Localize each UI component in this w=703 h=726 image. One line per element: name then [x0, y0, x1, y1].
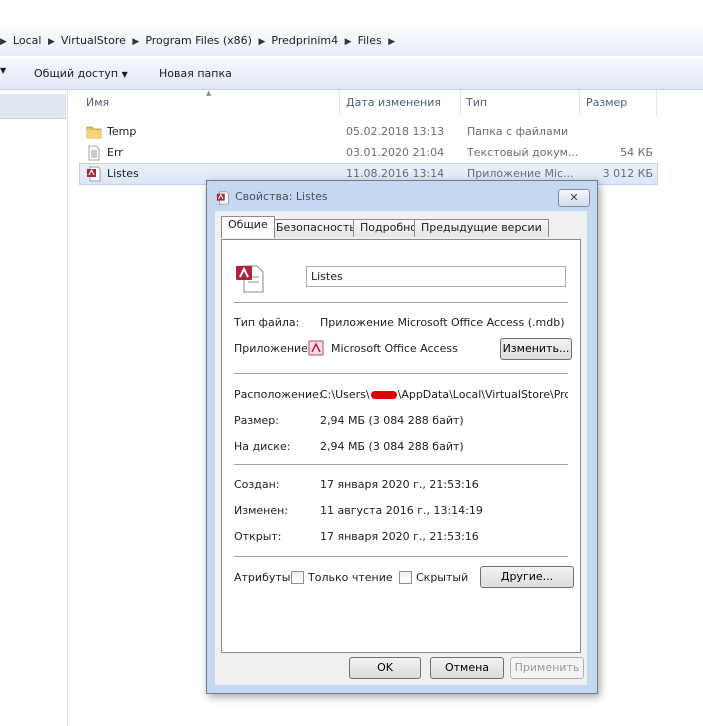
readonly-checkbox[interactable] — [291, 571, 304, 584]
file-name-input[interactable]: Listes — [306, 266, 566, 287]
breadcrumb-item[interactable]: Predprinim4 — [271, 34, 338, 47]
access-file-icon — [87, 166, 101, 182]
breadcrumb-item[interactable]: Local — [13, 34, 42, 47]
chevron-right-icon[interactable]: ▶ — [345, 37, 352, 47]
file-row[interactable]: Temp 05.02.2018 13:13 Папка с файлами — [80, 122, 657, 142]
tab-previous-versions[interactable]: Предыдущие версии — [414, 219, 549, 237]
file-type-label: Тип файла: — [234, 316, 300, 329]
ok-button[interactable]: OK — [349, 657, 421, 679]
apply-button[interactable]: Применить — [510, 657, 584, 679]
readonly-label[interactable]: Только чтение — [308, 571, 393, 584]
file-type: Папка с файлами — [467, 125, 569, 138]
column-header-name[interactable]: Имя — [86, 96, 109, 109]
dialog-body: Общие Безопасность Подробно Предыдущие в… — [215, 211, 587, 685]
location-value: C:\Users\ \AppData\Local\VirtualStore\Pro… — [320, 388, 568, 401]
size-label: Размер: — [234, 414, 279, 427]
file-date: 05.02.2018 13:13 — [346, 125, 445, 138]
hidden-label[interactable]: Скрытый — [416, 571, 468, 584]
close-icon: ✕ — [569, 191, 579, 204]
file-name: Err — [107, 146, 123, 159]
app-value: Microsoft Office Access — [331, 342, 458, 355]
toolbar: ▼ Общий доступ ▼ Новая папка — [0, 58, 703, 90]
access-file-large-icon — [236, 265, 264, 293]
chevron-right-icon[interactable]: ▶ — [388, 37, 395, 47]
location-suffix: \AppData\Local\VirtualStore\Progra — [397, 388, 568, 401]
other-attributes-button[interactable]: Другие... — [480, 566, 574, 588]
opened-label: Открыт: — [234, 530, 282, 543]
modified-label: Изменен: — [234, 504, 289, 517]
file-name: Temp — [107, 125, 137, 138]
file-name-input-value: Listes — [311, 270, 343, 283]
modified-value: 11 августа 2016 г., 13:14:19 — [320, 504, 483, 517]
breadcrumb: ▶ Local ▶ VirtualStore ▶ Program Files (x86… — [0, 34, 401, 47]
location-label: Расположение: — [234, 388, 323, 401]
location-prefix: C:\Users\ — [320, 388, 370, 401]
file-type-value: Приложение Microsoft Office Access (.mdb… — [320, 316, 565, 329]
tab-security[interactable]: Безопасность — [269, 219, 363, 237]
share-button[interactable]: Общий доступ ▼ — [34, 67, 128, 80]
column-divider[interactable] — [579, 90, 580, 116]
chevron-right-icon[interactable]: ▶ — [258, 37, 265, 47]
file-name: Listes — [107, 167, 139, 180]
disk-size-value: 2,94 МБ (3 084 288 байт) — [320, 440, 464, 453]
tab-general[interactable]: Общие — [221, 216, 275, 238]
column-header-date[interactable]: Дата изменения — [346, 96, 441, 109]
column-divider[interactable] — [339, 90, 340, 116]
breadcrumb-item[interactable]: Program Files (x86) — [145, 34, 252, 47]
redaction-mark — [370, 391, 397, 399]
access-app-icon — [308, 340, 324, 356]
breadcrumb-item[interactable]: VirtualStore — [61, 34, 126, 47]
column-headers: Имя Дата изменения Тип Размер — [68, 90, 703, 116]
chevron-down-icon: ▼ — [121, 70, 128, 79]
file-type: Приложение Mic... — [467, 167, 574, 180]
chevron-right-icon[interactable]: ▶ — [0, 37, 7, 47]
share-button-label: Общий доступ — [34, 67, 119, 80]
size-value: 2,94 МБ (3 084 288 байт) — [320, 414, 464, 427]
divider — [234, 373, 568, 374]
column-divider[interactable] — [656, 90, 657, 116]
disk-size-label: На диске: — [234, 440, 291, 453]
properties-dialog: Свойства: Listes ✕ Общие Безопасность По… — [206, 180, 598, 694]
column-header-type[interactable]: Тип — [466, 96, 487, 109]
change-button[interactable]: Изменить... — [500, 338, 572, 360]
close-button[interactable]: ✕ — [558, 189, 590, 207]
chevron-right-icon[interactable]: ▶ — [132, 37, 139, 47]
column-divider[interactable] — [460, 90, 461, 116]
created-value: 17 января 2020 г., 21:53:16 — [320, 478, 479, 491]
nav-pane-selected-item[interactable] — [0, 94, 66, 119]
divider — [234, 556, 568, 557]
attributes-label: Атрибуты: — [234, 571, 295, 584]
file-size: 54 КБ — [620, 146, 653, 159]
created-label: Создан: — [234, 478, 280, 491]
dropdown-arrow-icon[interactable]: ▼ — [0, 66, 6, 75]
opened-value: 17 января 2020 г., 21:53:16 — [320, 530, 479, 543]
sort-arrow-icon: ▲ — [206, 89, 212, 97]
divider — [234, 302, 568, 303]
general-tab-panel: Listes Тип файла: Приложение Microsoft O… — [221, 239, 581, 653]
file-date: 03.01.2020 21:04 — [346, 146, 445, 159]
new-folder-button[interactable]: Новая папка — [159, 67, 232, 80]
file-type: Текстовый докум... — [467, 146, 579, 159]
nav-pane-divider[interactable] — [67, 90, 68, 726]
app-label: Приложение: — [234, 342, 312, 355]
access-file-icon — [216, 191, 229, 205]
dialog-title: Свойства: Listes — [235, 190, 328, 203]
file-size: 3 012 КБ — [602, 167, 653, 180]
hidden-checkbox[interactable] — [399, 571, 412, 584]
chevron-right-icon[interactable]: ▶ — [48, 37, 55, 47]
folder-icon — [86, 126, 102, 139]
file-date: 11.08.2016 13:14 — [346, 167, 445, 180]
breadcrumb-item[interactable]: Files — [358, 34, 382, 47]
file-row[interactable]: Err 03.01.2020 21:04 Текстовый докум... … — [80, 143, 657, 163]
address-bar[interactable]: ▶ Local ▶ VirtualStore ▶ Program Files (x86… — [0, 26, 703, 56]
cancel-button[interactable]: Отмена — [430, 657, 504, 679]
text-file-icon — [88, 145, 100, 161]
divider — [234, 464, 568, 465]
column-header-size[interactable]: Размер — [586, 96, 627, 109]
